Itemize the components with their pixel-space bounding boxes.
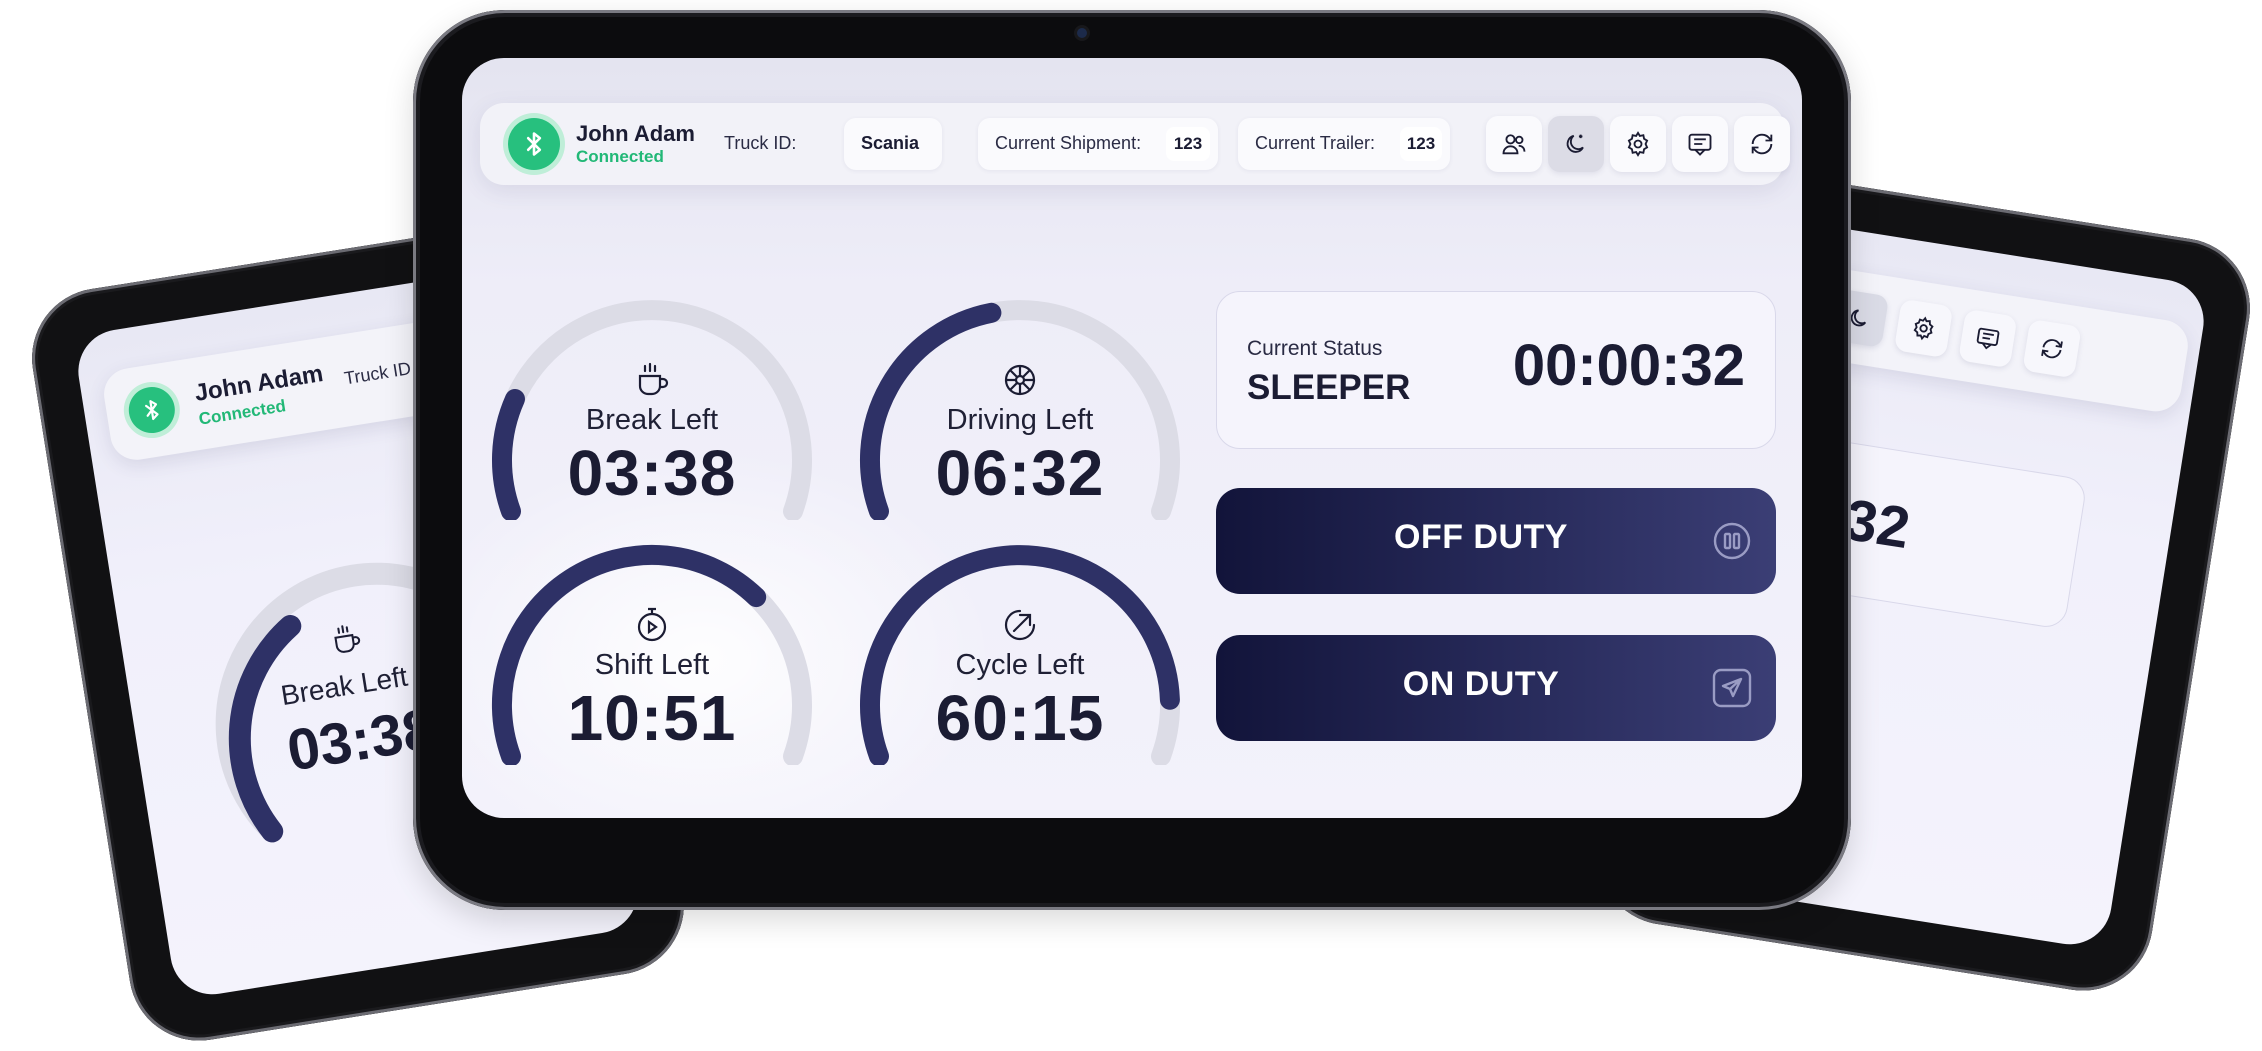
users-icon[interactable]: [1486, 116, 1542, 172]
current-status-card: Current Status SLEEPER 00:00:32: [1216, 291, 1776, 449]
truck-id-label: Truck ID:: [724, 133, 797, 153]
gauge-shift-label: Shift Left: [594, 649, 710, 681]
current-status-label: Current Status: [1247, 337, 1383, 360]
gauge-cycle-label: Cycle Left: [955, 649, 1085, 681]
on-duty-button[interactable]: ON DUTY: [1216, 635, 1776, 741]
current-trailer-chip[interactable]: Current Trailer: 123: [1238, 118, 1450, 170]
bluetooth-icon: [125, 383, 179, 437]
main-screen: John Adam Connected Truck ID: Scania Cur…: [462, 58, 1802, 818]
left-coffee-icon: [326, 620, 368, 664]
coffee-cup-icon: [632, 360, 672, 400]
current-shipment-chip[interactable]: Current Shipment: 123: [978, 118, 1218, 170]
gauge-shift-left: Shift Left 10:51: [482, 535, 822, 765]
gauge-break-label: Break Left: [585, 404, 719, 436]
on-duty-label: ON DUTY: [1402, 665, 1560, 703]
current-shipment-value: 123: [1166, 127, 1210, 161]
left-truck-label: Truck ID: [342, 358, 413, 389]
gauge-driving-left: Driving Left 06:32: [850, 290, 1190, 520]
current-trailer-label: Current Trailer:: [1255, 133, 1376, 153]
connection-status: Connected: [576, 147, 664, 166]
gauge-cycle-left: Cycle Left 60:15: [850, 535, 1190, 765]
night-mode-icon[interactable]: [1548, 116, 1604, 172]
truck-id-value: Scania: [861, 133, 920, 153]
truck-id-chip[interactable]: Scania: [844, 118, 942, 170]
cursor-arrow-icon: [1000, 605, 1040, 645]
pause-icon: [1712, 521, 1752, 561]
status-timer: 00:00:32: [1512, 333, 1745, 398]
off-duty-label: OFF DUTY: [1394, 518, 1568, 556]
current-shipment-label: Current Shipment:: [995, 133, 1142, 153]
refresh-icon[interactable]: [1734, 116, 1790, 172]
messages-icon[interactable]: [1672, 116, 1728, 172]
gauge-cycle-value: 60:15: [935, 682, 1105, 754]
settings-icon[interactable]: [1610, 116, 1666, 172]
settings-icon[interactable]: [1893, 298, 1954, 359]
send-icon: [1712, 668, 1752, 708]
stopwatch-icon: [632, 605, 672, 645]
driver-name: John Adam: [576, 121, 695, 146]
steering-wheel-icon: [1000, 360, 1040, 400]
messages-icon[interactable]: [1958, 308, 2018, 369]
camera-dot: [1077, 28, 1087, 38]
gauge-driving-label: Driving Left: [946, 404, 1094, 436]
current-trailer-value: 123: [1400, 127, 1442, 161]
top-bar: John Adam Connected Truck ID: Scania Cur…: [480, 103, 1790, 185]
refresh-icon[interactable]: [2022, 318, 2082, 379]
gauge-break-value: 03:38: [567, 437, 737, 509]
current-status-value: SLEEPER: [1247, 368, 1411, 407]
gauge-driving-value: 06:32: [935, 437, 1105, 509]
gauge-shift-value: 10:51: [567, 682, 737, 754]
gauge-break-left: Break Left 03:38: [482, 290, 822, 520]
off-duty-button[interactable]: OFF DUTY: [1216, 488, 1776, 594]
bluetooth-icon: [508, 118, 560, 170]
